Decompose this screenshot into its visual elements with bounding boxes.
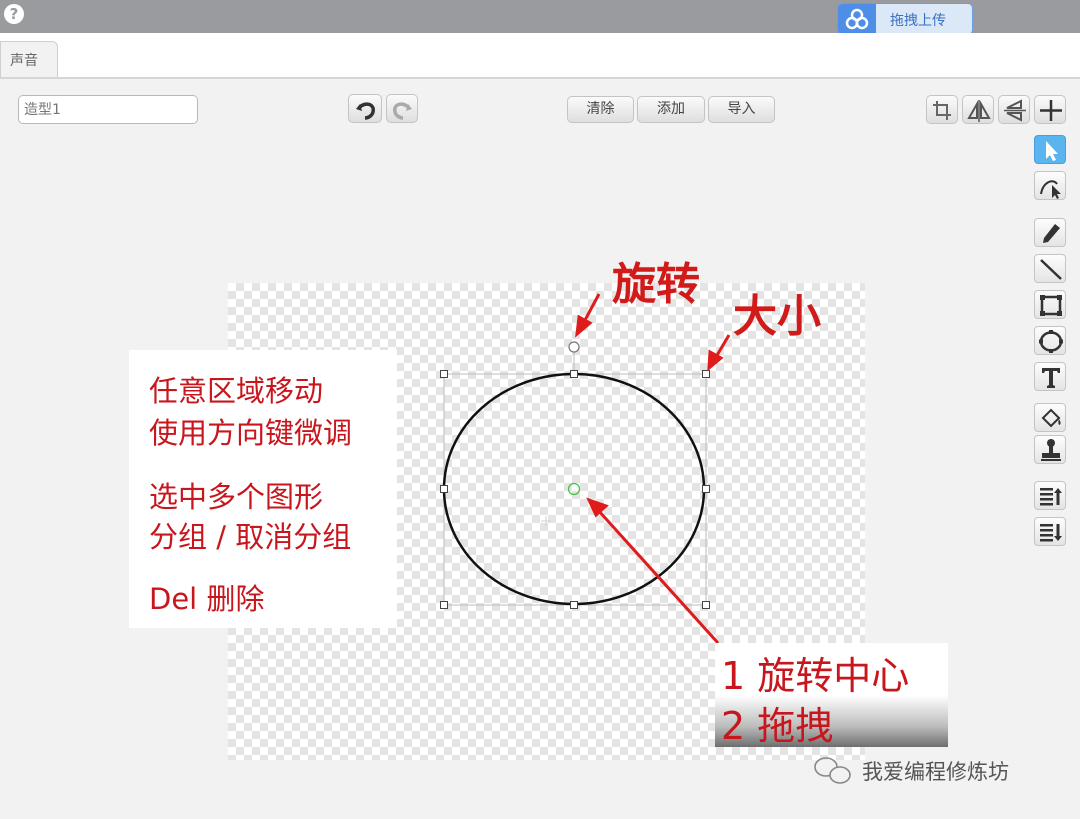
wechat-logo-icon bbox=[814, 757, 851, 784]
watermark-text: 我爱编程修炼坊 bbox=[862, 760, 1009, 784]
